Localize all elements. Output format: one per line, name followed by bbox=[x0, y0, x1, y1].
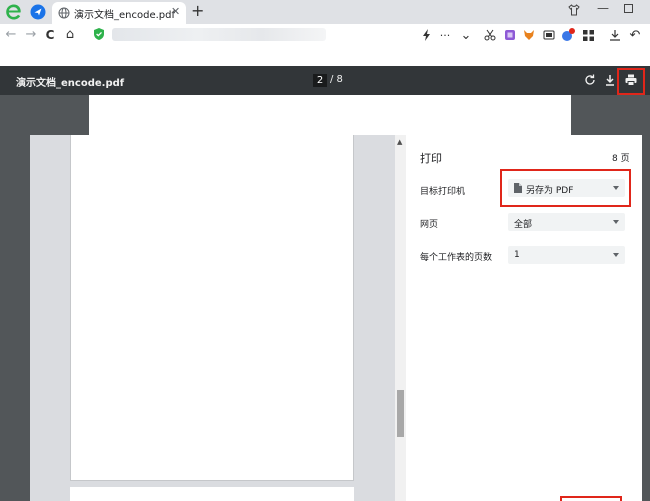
chevron-down-icon bbox=[613, 253, 619, 257]
screenshot-icon[interactable] bbox=[542, 27, 556, 43]
print-dialog: ▲ 打印 8 页 目标打印机 另存为 PDF 网页 全部 每个工作表的页数 1 bbox=[30, 135, 642, 501]
chevron-down-icon bbox=[613, 220, 619, 224]
current-page-input[interactable]: 2 bbox=[313, 74, 327, 87]
browser-logo-icon[interactable] bbox=[5, 3, 23, 21]
new-tab-button[interactable]: + bbox=[191, 2, 204, 20]
undo-icon[interactable]: ↶ bbox=[628, 27, 642, 43]
download-icon[interactable] bbox=[608, 27, 622, 43]
destination-label: 目标打印机 bbox=[420, 187, 466, 197]
skin-icon[interactable] bbox=[567, 3, 581, 17]
pages-per-sheet-select[interactable]: 1 bbox=[508, 246, 625, 264]
print-preview-page bbox=[70, 135, 354, 481]
extension-badge-icon[interactable] bbox=[561, 27, 575, 43]
pages-select[interactable]: 全部 bbox=[508, 213, 625, 231]
page-total: / 8 bbox=[330, 74, 343, 85]
print-preview-area bbox=[30, 135, 395, 501]
chevron-down-icon[interactable]: ⌄ bbox=[459, 27, 473, 43]
print-dialog-title: 打印 bbox=[420, 152, 442, 165]
sheet-count: 8 页 bbox=[612, 154, 630, 164]
extension-purple-icon[interactable] bbox=[503, 27, 517, 43]
home-button[interactable]: ⌂ bbox=[63, 27, 77, 43]
navigation-bar: ← → C ⌂ ··· ⌄ ↶ bbox=[0, 24, 650, 46]
print-preview-next-page bbox=[70, 487, 354, 501]
save-button-highlight bbox=[560, 496, 622, 501]
fox-extension-icon[interactable] bbox=[522, 27, 536, 43]
apps-grid-icon[interactable] bbox=[581, 27, 595, 43]
tab-title: 演示文档_encode.pdf bbox=[74, 10, 176, 21]
forward-button[interactable]: → bbox=[24, 27, 38, 43]
maximize-button[interactable] bbox=[624, 4, 633, 13]
scrollbar-thumb[interactable] bbox=[397, 390, 404, 437]
pages-label: 网页 bbox=[420, 220, 439, 230]
address-bar[interactable] bbox=[112, 28, 326, 41]
preview-scrollbar[interactable]: ▲ bbox=[395, 135, 406, 501]
pages-per-sheet-value: 1 bbox=[514, 250, 520, 260]
globe-icon bbox=[58, 7, 70, 19]
pdf-page-background bbox=[89, 95, 571, 135]
rotate-icon[interactable] bbox=[583, 73, 597, 87]
print-button-highlight bbox=[617, 68, 645, 95]
back-button[interactable]: ← bbox=[4, 27, 18, 43]
pdf-toolbar: 演示文档_encode.pdf 2 / 8 bbox=[0, 66, 650, 95]
lightning-icon[interactable] bbox=[420, 27, 434, 43]
pages-value: 全部 bbox=[514, 220, 533, 230]
tab-close-icon[interactable]: ✕ bbox=[171, 5, 180, 19]
active-tab[interactable]: 演示文档_encode.pdf ✕ bbox=[52, 2, 186, 24]
destination-highlight bbox=[500, 169, 631, 207]
tab-strip: 演示文档_encode.pdf ✕ + — bbox=[0, 0, 650, 24]
print-settings-panel: 打印 8 页 目标打印机 另存为 PDF 网页 全部 每个工作表的页数 1 bbox=[406, 135, 642, 501]
shield-icon[interactable] bbox=[92, 27, 106, 41]
pdf-download-icon[interactable] bbox=[603, 73, 617, 87]
pinned-tab-icon[interactable] bbox=[30, 4, 46, 20]
scissors-icon[interactable] bbox=[483, 27, 497, 43]
more-icon[interactable]: ··· bbox=[438, 27, 452, 43]
reload-button[interactable]: C bbox=[43, 27, 57, 43]
scroll-up-arrow-icon[interactable]: ▲ bbox=[397, 138, 402, 146]
minimize-button[interactable]: — bbox=[597, 1, 609, 15]
pages-per-sheet-label: 每个工作表的页数 bbox=[420, 253, 493, 263]
pdf-filename: 演示文档_encode.pdf bbox=[16, 78, 125, 89]
